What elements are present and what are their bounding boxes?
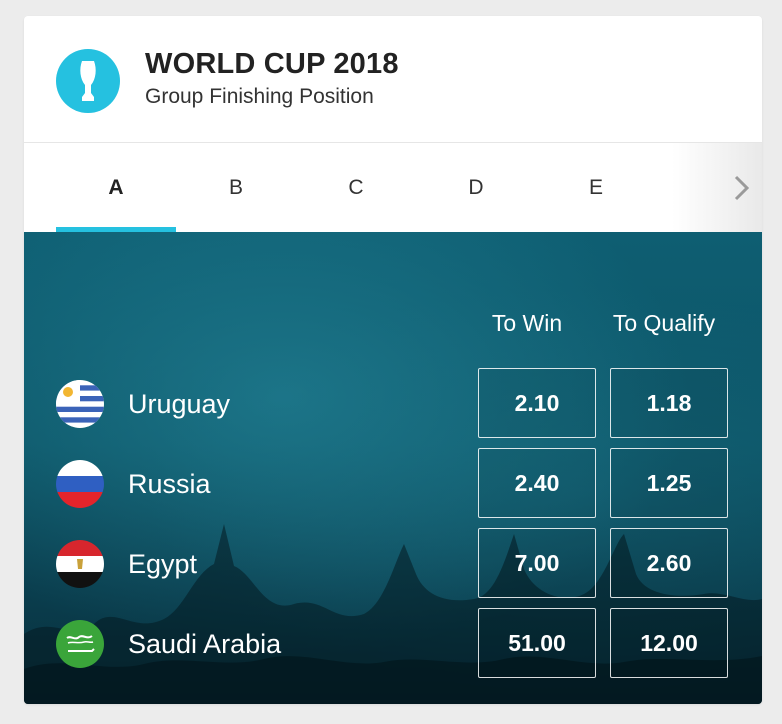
column-header-to-win: To Win	[491, 310, 563, 336]
team-name: Russia	[128, 469, 211, 499]
odds-to-win-button[interactable]: 7.00	[478, 528, 596, 598]
column-header-to-qualify: To Qualify	[612, 310, 716, 336]
tabs-next-button[interactable]	[722, 143, 762, 232]
page-subtitle: Group Finishing Position	[145, 85, 374, 108]
market-card: WORLD CUP 2018 Group Finishing Position …	[24, 16, 762, 704]
odds-to-win-button[interactable]: 51.00	[478, 608, 596, 678]
team-row: Uruguay 2.10 1.18	[24, 368, 762, 440]
chevron-right-icon	[734, 175, 750, 201]
odds-to-qualify-button[interactable]: 2.60	[610, 528, 728, 598]
uruguay-flag-icon	[56, 380, 104, 428]
odds-to-win-button[interactable]: 2.40	[478, 448, 596, 518]
group-tabs: A B C D E	[24, 143, 762, 232]
team-name: Egypt	[128, 549, 198, 579]
team-row: Russia 2.40 1.25	[24, 448, 762, 520]
tab-group-c[interactable]: C	[296, 143, 416, 232]
card-header: WORLD CUP 2018 Group Finishing Position	[24, 16, 762, 143]
russia-flag-icon	[56, 460, 104, 508]
tab-group-e[interactable]: E	[536, 143, 656, 232]
tab-group-a[interactable]: A	[56, 143, 176, 232]
egypt-flag-icon	[56, 540, 104, 588]
team-row: Egypt 7.00 2.60	[24, 528, 762, 600]
team-name: Saudi Arabia	[128, 629, 282, 659]
odds-to-win-button[interactable]: 2.10	[478, 368, 596, 438]
team-row: Saudi Arabia 51.00 12.00	[24, 608, 762, 680]
odds-to-qualify-button[interactable]: 12.00	[610, 608, 728, 678]
page-title: WORLD CUP 2018	[145, 48, 399, 80]
team-name: Uruguay	[128, 389, 231, 419]
odds-to-qualify-button[interactable]: 1.18	[610, 368, 728, 438]
odds-to-qualify-button[interactable]: 1.25	[610, 448, 728, 518]
tab-group-b[interactable]: B	[176, 143, 296, 232]
saudi-arabia-flag-icon	[56, 620, 104, 668]
tab-group-d[interactable]: D	[416, 143, 536, 232]
trophy-icon	[56, 49, 120, 113]
odds-panel: To Win To Qualify Uruguay 2.10 1.18 Russ…	[24, 232, 762, 704]
